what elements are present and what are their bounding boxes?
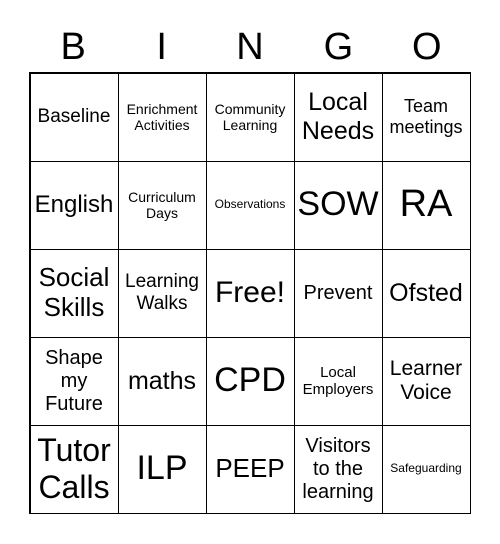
bingo-cell[interactable]: Free!	[205, 248, 295, 338]
header-letter-o: O	[412, 26, 442, 68]
bingo-cell[interactable]: Baseline	[29, 72, 119, 162]
bingo-cell[interactable]: Community Learning	[205, 72, 295, 162]
bingo-cell-text: Baseline	[37, 106, 111, 128]
bingo-cell-text: Social Skills	[38, 262, 110, 322]
bingo-cell[interactable]: Curriculum Days	[117, 160, 207, 250]
bingo-cell[interactable]: ILP	[117, 424, 207, 514]
header-letter-n: N	[236, 26, 264, 68]
header-letter-g: G	[323, 26, 354, 68]
bingo-cell-text: Local Employers	[302, 363, 374, 398]
bingo-cell-text: Observations	[214, 197, 286, 212]
bingo-header: B I N G O	[29, 22, 471, 72]
bingo-cell-text: Team meetings	[389, 96, 463, 137]
bingo-cell-text: Ofsted	[389, 278, 463, 307]
bingo-cell[interactable]: Team meetings	[381, 72, 471, 162]
bingo-cell-text: RA	[399, 183, 453, 226]
bingo-cell-text: Tutor Calls	[37, 432, 111, 505]
bingo-cell[interactable]: Learning Walks	[117, 248, 207, 338]
bingo-cell-text: SOW	[297, 185, 379, 224]
bingo-cell-text: Learner Voice	[389, 356, 463, 404]
bingo-cell-text: Community Learning	[214, 100, 286, 133]
bingo-cell[interactable]: English	[29, 160, 119, 250]
bingo-cell[interactable]: Enrichment Activities	[117, 72, 207, 162]
bingo-cell[interactable]: Local Employers	[293, 336, 383, 426]
bingo-cell-text: Enrichment Activities	[126, 100, 198, 133]
bingo-cell-text: maths	[127, 366, 197, 395]
bingo-cell[interactable]: Visitors to the learning	[293, 424, 383, 514]
bingo-cell[interactable]: maths	[117, 336, 207, 426]
bingo-cell[interactable]: Shape my Future	[29, 336, 119, 426]
bingo-cell[interactable]: Local Needs	[293, 72, 383, 162]
bingo-cell[interactable]: SOW	[293, 160, 383, 250]
bingo-cell-text: Free!	[214, 275, 286, 309]
bingo-cell[interactable]: Learner Voice	[381, 336, 471, 426]
bingo-cell-text: Safeguarding	[390, 461, 462, 476]
header-letter-b: B	[60, 26, 86, 68]
bingo-cell-text: ILP	[136, 449, 188, 488]
bingo-cell-text: English	[34, 191, 114, 219]
bingo-cell[interactable]: RA	[381, 160, 471, 250]
bingo-cell-text: Local Needs	[301, 88, 375, 145]
bingo-cell[interactable]: CPD	[205, 336, 295, 426]
bingo-cell[interactable]: Observations	[205, 160, 295, 250]
bingo-cell[interactable]: Safeguarding	[381, 424, 471, 514]
bingo-cell-text: Shape my Future	[45, 346, 103, 415]
bingo-cell-text: Visitors to the learning	[302, 434, 374, 503]
bingo-cell[interactable]: Tutor Calls	[29, 424, 119, 514]
bingo-cell[interactable]: Prevent	[293, 248, 383, 338]
bingo-cell[interactable]: PEEP	[205, 424, 295, 514]
header-letter-i: I	[156, 26, 167, 68]
bingo-cell-text: CPD	[214, 361, 286, 400]
bingo-cell[interactable]: Social Skills	[29, 248, 119, 338]
bingo-grid: Baseline Enrichment Activities Community L…	[29, 72, 471, 514]
bingo-cell-text: Learning Walks	[125, 271, 199, 314]
bingo-cell[interactable]: Ofsted	[381, 248, 471, 338]
bingo-cell-text: Curriculum Days	[128, 188, 196, 221]
bingo-cell-text: PEEP	[215, 453, 285, 484]
bingo-cell-text: Prevent	[303, 281, 373, 304]
